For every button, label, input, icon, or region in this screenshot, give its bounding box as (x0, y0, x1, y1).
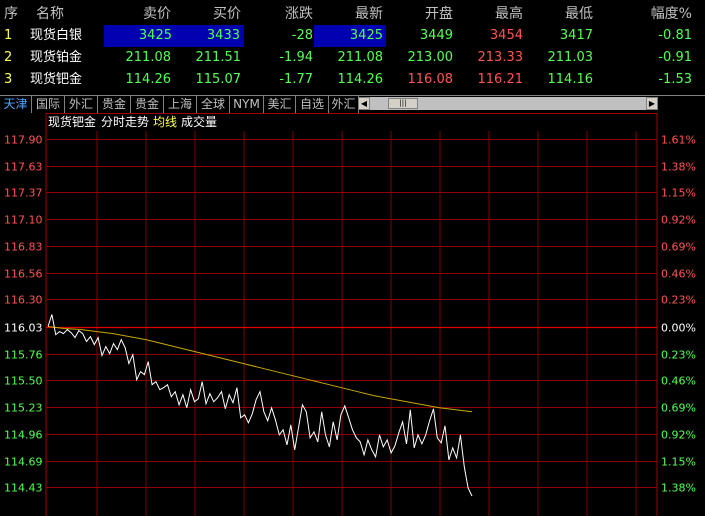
quote-row[interactable]: 1 现货白银 3425 3433 -28 3425 3449 3454 3417… (0, 25, 705, 47)
y-left-tick-label: 115.76 (4, 349, 43, 362)
row-pct: -1.53 (658, 72, 692, 87)
row-buy: 211.51 (195, 50, 242, 65)
y-right-tick-label: 0.92% (661, 429, 696, 442)
quote-row[interactable]: 2 现货铂金 211.08 211.51 -1.94 211.08 213.00… (0, 47, 705, 69)
row-seq: 1 (4, 28, 13, 43)
y-right-tick-label: 1.15% (661, 187, 696, 200)
header-high[interactable]: 最高 (495, 3, 523, 25)
y-right-tick-label: 1.61% (661, 134, 696, 147)
row-high: 213.33 (477, 50, 524, 65)
y-right-tick-label: 1.38% (661, 482, 696, 495)
header-sell[interactable]: 卖价 (143, 3, 171, 25)
row-change: -1.94 (279, 50, 313, 65)
y-left-tick-label: 115.23 (4, 402, 43, 415)
tab-forex-2[interactable]: 外汇 (329, 96, 359, 113)
row-low: 3417 (559, 28, 593, 43)
tab-forex[interactable]: 外汇 (65, 96, 98, 113)
y-right-tick-label: 0.46% (661, 268, 696, 281)
y-left-tick-label: 116.83 (4, 241, 43, 254)
y-right-tick-label: 0.92% (661, 214, 696, 227)
row-name: 现货白银 (30, 28, 83, 43)
horizontal-scrollbar[interactable]: ◀ ||| ▶ (358, 97, 658, 110)
scroll-left-icon[interactable]: ◀ (358, 97, 370, 110)
tab-international[interactable]: 国际 (32, 96, 65, 113)
quote-header-row: 序 名称 卖价 买价 涨跌 最新 开盘 最高 最低 幅度% (0, 3, 705, 25)
tab-tianjin[interactable]: 天津 (0, 96, 32, 113)
price-line (47, 314, 473, 497)
y-left-tick-label: 114.43 (4, 482, 43, 495)
row-open: 116.08 (407, 72, 454, 87)
y-left-tick-label: 117.63 (4, 161, 43, 174)
row-change: -28 (291, 28, 313, 43)
y-right-tick-label: 0.69% (661, 402, 696, 415)
tab-precious-metal-2[interactable]: 贵金 (131, 96, 164, 113)
row-seq: 2 (4, 50, 13, 65)
header-change[interactable]: 涨跌 (285, 3, 313, 25)
tab-global[interactable]: 全球 (197, 96, 230, 113)
row-sell: 3425 (104, 25, 176, 47)
tab-nym[interactable]: NYM (230, 96, 264, 113)
header-name[interactable]: 名称 (36, 3, 64, 25)
row-last: 211.08 (337, 50, 384, 65)
y-left-tick-label: 116.03 (4, 322, 43, 335)
tab-shanghai[interactable]: 上海 (164, 96, 197, 113)
row-buy: 115.07 (195, 72, 242, 87)
row-seq: 3 (4, 72, 13, 87)
quote-row[interactable]: 3 现货钯金 114.26 115.07 -1.77 114.26 116.08… (0, 69, 705, 91)
row-sell: 114.26 (125, 72, 172, 87)
row-sell: 211.08 (125, 50, 172, 65)
header-seq[interactable]: 序 (4, 3, 18, 25)
header-last[interactable]: 最新 (355, 3, 383, 25)
y-left-tick-label: 115.50 (4, 375, 43, 388)
row-change: -1.77 (279, 72, 313, 87)
header-pct[interactable]: 幅度% (651, 3, 692, 25)
row-name: 现货钯金 (30, 72, 83, 87)
row-open: 213.00 (407, 50, 454, 65)
row-low: 114.16 (547, 72, 594, 87)
y-right-tick-label: 0.00% (661, 322, 696, 335)
y-left-tick-label: 117.10 (4, 214, 43, 227)
tab-watchlist[interactable]: 自选 (296, 96, 329, 113)
row-name: 现货铂金 (30, 50, 83, 65)
row-high: 116.21 (477, 72, 524, 87)
scroll-right-icon[interactable]: ▶ (646, 97, 658, 110)
y-left-tick-label: 116.30 (4, 294, 43, 307)
y-left-tick-label: 114.96 (4, 429, 43, 442)
header-open[interactable]: 开盘 (425, 3, 453, 25)
intraday-chart: 117.90 117.63 117.37 117.10 116.83 116.56 116.… (4, 113, 696, 516)
header-buy[interactable]: 买价 (213, 3, 241, 25)
row-pct: -0.81 (658, 28, 692, 43)
row-low: 211.03 (547, 50, 594, 65)
y-left-tick-label: 117.90 (4, 134, 43, 147)
row-open: 3449 (419, 28, 453, 43)
y-right-tick-label: 0.23% (661, 349, 696, 362)
y-right-tick-label: 0.69% (661, 241, 696, 254)
tab-usd[interactable]: 美汇 (264, 96, 296, 113)
y-right-tick-label: 0.46% (661, 375, 696, 388)
tab-precious-metal[interactable]: 贵金 (98, 96, 131, 113)
row-last: 3425 (314, 25, 386, 47)
y-left-tick-label: 114.69 (4, 456, 43, 469)
header-low[interactable]: 最低 (565, 3, 593, 25)
y-left-tick-label: 117.37 (4, 187, 43, 200)
y-right-tick-label: 1.15% (661, 456, 696, 469)
scroll-thumb[interactable]: ||| (388, 98, 418, 109)
row-last: 114.26 (337, 72, 384, 87)
y-right-tick-label: 1.38% (661, 161, 696, 174)
y-left-tick-label: 116.56 (4, 268, 43, 281)
row-high: 3454 (489, 28, 523, 43)
y-right-tick-label: 0.23% (661, 294, 696, 307)
avg-price-line (47, 326, 473, 413)
row-pct: -0.91 (658, 50, 692, 65)
row-buy: 3433 (176, 25, 244, 47)
